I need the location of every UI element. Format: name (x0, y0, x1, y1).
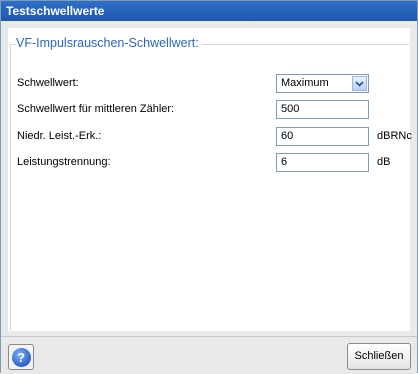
question-mark-icon: ? (11, 347, 31, 367)
power-separation-unit: dB (377, 156, 391, 168)
dialog-footer: ? Schließen (1, 336, 417, 374)
average-counter-threshold-input[interactable]: 500 (276, 100, 369, 119)
threshold-group: VF-Impulsrauschen-Schwellwert: Schwellwe… (10, 36, 412, 330)
low-power-detect-input[interactable]: 60 (276, 127, 369, 146)
help-button[interactable]: ? (8, 344, 34, 370)
group-title: VF-Impulsrauschen-Schwellwert: (16, 36, 202, 50)
dialog-window: Testschwellwerte VF-Impulsrauschen-Schwe… (0, 0, 418, 374)
power-separation-input[interactable]: 6 (276, 153, 369, 172)
average-counter-threshold-label: Schwellwert für mittleren Zähler: (17, 103, 175, 115)
power-separation-label: Leistungstrennung: (17, 156, 111, 168)
content-panel: VF-Impulsrauschen-Schwellwert: Schwellwe… (8, 28, 412, 331)
threshold-label: Schwellwert: (17, 77, 79, 89)
close-button[interactable]: Schließen (347, 343, 411, 370)
window-title: Testschwellwerte (1, 1, 417, 21)
threshold-select[interactable]: Maximum (276, 74, 369, 93)
chevron-down-icon[interactable] (352, 76, 367, 91)
low-power-detect-label: Niedr. Leist.-Erk.: (17, 130, 102, 142)
low-power-detect-unit: dBRNc (377, 130, 412, 142)
threshold-select-value: Maximum (281, 77, 329, 89)
